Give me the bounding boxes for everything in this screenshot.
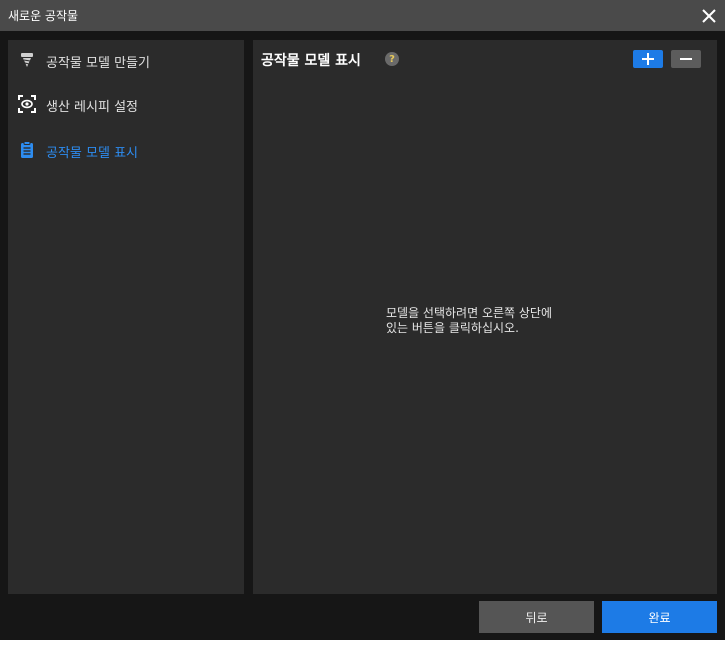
minus-icon bbox=[680, 58, 692, 60]
empty-message-line-1: 모델을 선택하려면 오른쪽 상단에 bbox=[386, 306, 553, 320]
sidebar-item-label: 공작물 모델 표시 bbox=[46, 146, 138, 161]
empty-state-message: 모델을 선택하려면 오른쪽 상단에 있는 버튼을 클릭하십시오. bbox=[386, 306, 596, 336]
plus-icon bbox=[642, 53, 654, 65]
dialog-window: 새로운 공작물 공작물 모델 만들기 생산 레시피 설정 공작물 모델 표시 공… bbox=[0, 0, 725, 640]
clipboard-icon bbox=[18, 141, 36, 159]
title-bar[interactable]: 새로운 공작물 bbox=[0, 0, 725, 31]
sidebar: 공작물 모델 만들기 생산 레시피 설정 공작물 모델 표시 bbox=[8, 40, 244, 594]
window-title: 새로운 공작물 bbox=[8, 9, 79, 23]
empty-message-line-2: 있는 버튼을 클릭하십시오. bbox=[386, 321, 519, 335]
screw-icon bbox=[18, 51, 36, 69]
remove-model-button[interactable] bbox=[671, 50, 701, 68]
help-icon[interactable]: ? bbox=[385, 52, 399, 66]
eye-scan-icon bbox=[18, 95, 36, 113]
back-button[interactable]: 뒤로 bbox=[479, 601, 594, 633]
add-model-button[interactable] bbox=[633, 50, 663, 68]
sidebar-item-label: 공작물 모델 만들기 bbox=[46, 56, 150, 71]
close-button[interactable] bbox=[699, 6, 719, 26]
done-button[interactable]: 완료 bbox=[602, 601, 717, 633]
close-icon bbox=[702, 9, 716, 23]
sidebar-item-recipe[interactable]: 생산 레시피 설정 bbox=[8, 86, 244, 122]
model-display-panel: 공작물 모델 표시 ? 모델을 선택하려면 오른쪽 상단에 있는 버튼을 클릭하… bbox=[253, 40, 717, 594]
panel-title: 공작물 모델 표시 bbox=[261, 53, 361, 69]
sidebar-item-show-model[interactable]: 공작물 모델 표시 bbox=[8, 132, 244, 168]
sidebar-item-create-model[interactable]: 공작물 모델 만들기 bbox=[8, 42, 244, 78]
sidebar-item-label: 생산 레시피 설정 bbox=[46, 100, 138, 115]
